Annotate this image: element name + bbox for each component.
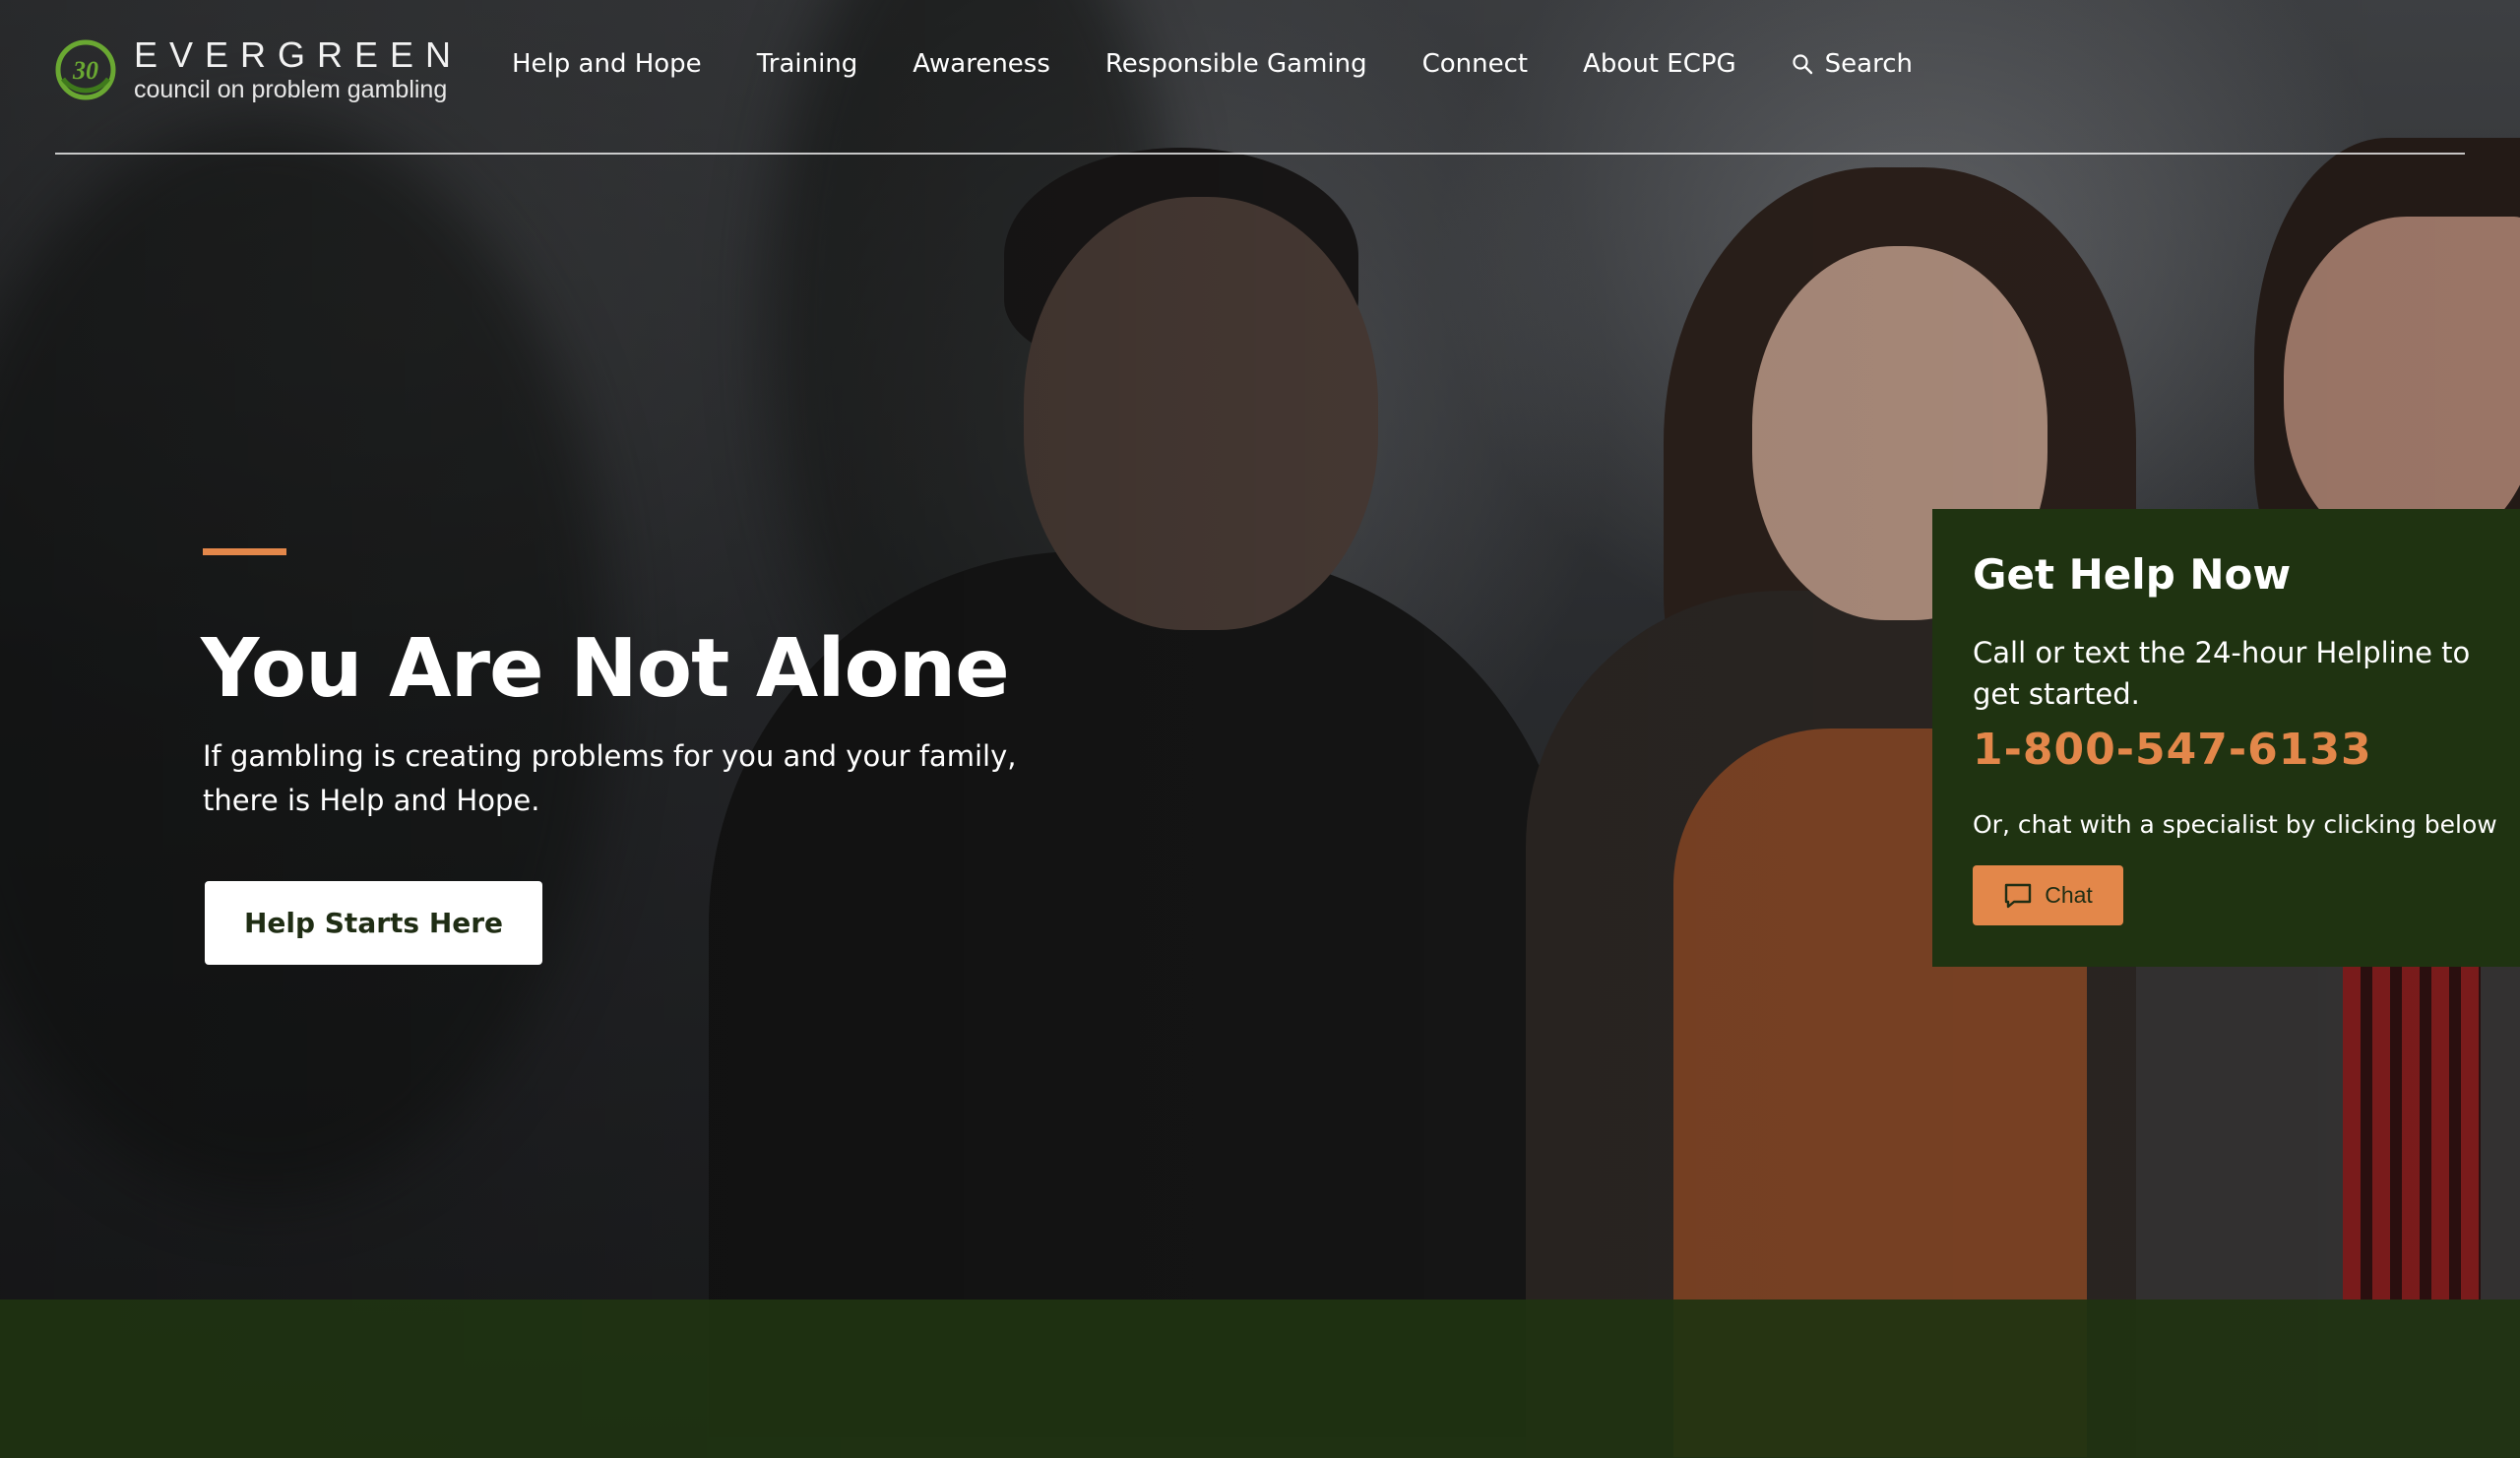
nav-item-training[interactable]: Training	[757, 49, 858, 79]
search-icon	[1793, 54, 1812, 75]
hero-description: If gambling is creating problems for you…	[203, 739, 1017, 817]
chat-bubble-icon	[2005, 883, 2032, 908]
hero-title: You Are Not Alone	[201, 622, 1010, 716]
header-divider	[55, 153, 2465, 155]
nav-item-about-ecpg[interactable]: About ECPG	[1583, 49, 1736, 79]
help-starts-here-button[interactable]: Help Starts Here	[205, 881, 542, 965]
help-panel-title: Get Help Now	[1973, 550, 2292, 599]
nav-item-help-and-hope[interactable]: Help and Hope	[512, 49, 702, 79]
helpline-phone-link[interactable]: 1-800-547-6133	[1973, 724, 2372, 777]
nav-item-awareness[interactable]: Awareness	[913, 49, 1050, 79]
get-help-panel: Get Help Now Call or text the 24-hour He…	[1932, 509, 2520, 967]
site-logo[interactable]: 30 EVERGREEN council on problem gambling	[55, 33, 451, 106]
search-button[interactable]: Search	[1792, 49, 1913, 79]
main-nav: Help and Hope Training Awareness Respons…	[512, 49, 1913, 79]
help-panel-text: Call or text the 24-hour Helpline to get…	[1973, 636, 2471, 711]
chat-prompt-text: Or, chat with a specialist by clicking b…	[1973, 810, 2497, 839]
logo-tagline: council on problem gambling	[134, 76, 448, 103]
hero-accent-bar	[203, 548, 286, 555]
site-header: 30 EVERGREEN council on problem gambling…	[0, 0, 2520, 155]
logo-mark-icon: 30	[55, 39, 116, 100]
search-label: Search	[1824, 49, 1913, 79]
logo-mark-text: 30	[72, 56, 98, 85]
logo-wordmark: EVERGREEN	[134, 34, 464, 75]
nav-item-responsible-gaming[interactable]: Responsible Gaming	[1105, 49, 1367, 79]
chat-button-label: Chat	[2045, 882, 2093, 908]
bottom-green-band	[0, 1300, 2520, 1458]
nav-item-connect[interactable]: Connect	[1422, 49, 1529, 79]
chat-button[interactable]: Chat	[1973, 865, 2123, 925]
